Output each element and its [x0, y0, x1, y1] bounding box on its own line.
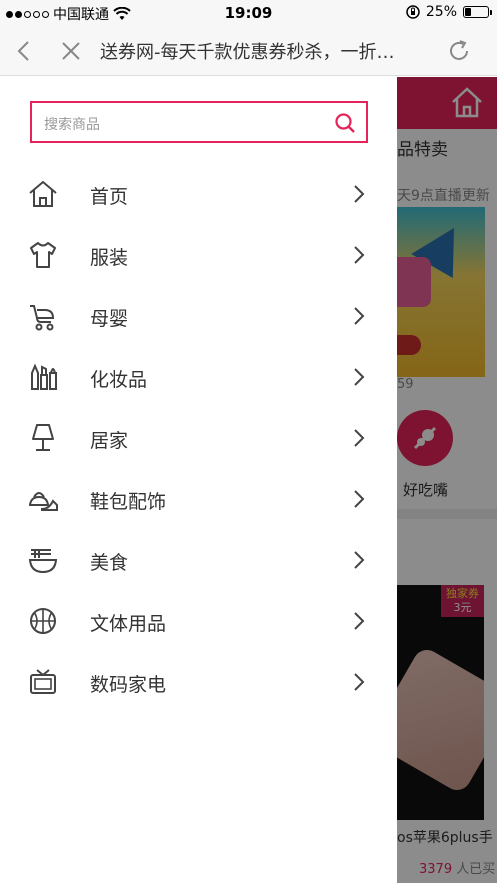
menu-item-label: 数码家电 [90, 674, 167, 696]
search-input[interactable]: 搜索商品 [44, 114, 100, 134]
battery-group: 25% [406, 4, 492, 20]
browser-nav-bar: 送券网-每天千款优惠券秒杀，一折… [0, 26, 497, 76]
menu-item-label: 首页 [90, 186, 129, 208]
shoe-bag-icon [28, 492, 58, 511]
battery-icon [463, 6, 492, 18]
menu-item-label: 服装 [90, 247, 129, 269]
battery-percent: 25% [425, 4, 457, 20]
background-page: 品特卖 天9点直播更新 59 好吃嘴 独家券 3元 os苹果6plus手 337… [397, 77, 497, 883]
menu-item-label: 鞋包配饰 [90, 491, 167, 513]
chevron-right-icon [354, 490, 365, 508]
chevron-right-icon [354, 307, 365, 325]
menu-item-electronics[interactable]: 数码家电 [0, 652, 397, 713]
search-box[interactable]: 搜索商品 [30, 101, 368, 143]
page-title: 送券网-每天千款优惠券秒杀，一折… [100, 42, 395, 63]
menu-item-label: 母婴 [90, 308, 129, 330]
menu-item-label: 文体用品 [90, 613, 167, 635]
menu-item-clothing[interactable]: 服装 [0, 225, 397, 286]
menu-item-label: 化妆品 [90, 369, 148, 391]
chevron-right-icon [354, 673, 365, 691]
chevron-right-icon [354, 246, 365, 264]
tshirt-icon [30, 242, 56, 268]
side-drawer: 搜索商品 首页 服装 母婴 化妆品 居家 鞋包配饰 美食 文体用品 数码家电 [0, 77, 397, 883]
close-icon[interactable] [58, 38, 84, 64]
refresh-icon[interactable] [446, 38, 472, 64]
basketball-icon [30, 608, 56, 634]
chevron-right-icon [354, 429, 365, 447]
search-icon[interactable] [334, 112, 356, 134]
menu-item-label: 居家 [90, 430, 129, 452]
menu-item-cosmetics[interactable]: 化妆品 [0, 347, 397, 408]
stroller-icon [30, 305, 55, 331]
menu-item-home-living[interactable]: 居家 [0, 408, 397, 469]
lamp-icon [32, 424, 54, 451]
cosmetics-icon [31, 363, 57, 390]
home-icon [29, 180, 57, 207]
chevron-right-icon [354, 551, 365, 569]
menu-item-home[interactable]: 首页 [0, 164, 397, 225]
menu-item-shoes-bags[interactable]: 鞋包配饰 [0, 469, 397, 530]
noodle-bowl-icon [28, 549, 58, 574]
drawer-overlay[interactable] [397, 77, 497, 883]
back-icon[interactable] [12, 38, 38, 64]
orientation-lock-icon [406, 5, 420, 19]
chevron-right-icon [354, 368, 365, 386]
status-bar: 中国联通 19:09 25% [0, 0, 497, 26]
menu-item-food[interactable]: 美食 [0, 530, 397, 591]
chevron-right-icon [354, 612, 365, 630]
menu-item-baby[interactable]: 母婴 [0, 286, 397, 347]
menu-item-sports-stationery[interactable]: 文体用品 [0, 591, 397, 652]
tv-icon [30, 669, 56, 694]
menu-item-label: 美食 [90, 552, 129, 574]
chevron-right-icon [354, 185, 365, 203]
